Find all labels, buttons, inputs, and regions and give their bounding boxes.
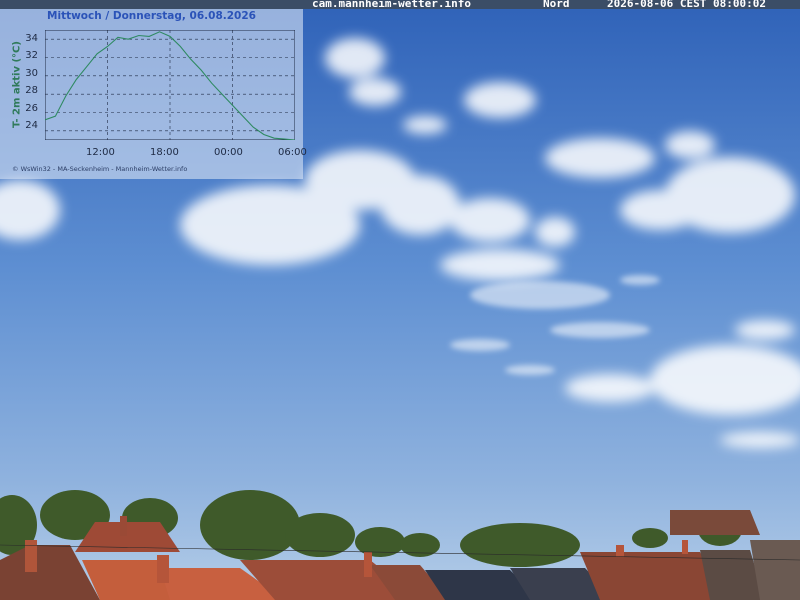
x-tick-label: 00:00 [214, 147, 243, 158]
timestamp: 2026-08-06 CEST 08:00:02 [607, 0, 766, 10]
y-tick-label: 24 [25, 120, 38, 131]
camera-direction: Nord [543, 0, 570, 10]
temperature-plot [45, 30, 295, 140]
y-tick-label: 32 [25, 50, 38, 61]
chart-title: Mittwoch / Donnerstag, 06.08.2026 [47, 10, 256, 22]
plot-grid [45, 30, 295, 140]
temperature-chart-panel: Mittwoch / Donnerstag, 06.08.2026 T- 2m … [0, 9, 307, 179]
site-name: cam.mannheim-wetter.info [312, 0, 471, 10]
y-tick-label: 30 [25, 68, 38, 79]
y-tick-label: 26 [25, 103, 38, 114]
y-tick-label: 28 [25, 85, 38, 96]
header-bar: cam.mannheim-wetter.info Nord 2026-08-06… [0, 0, 800, 10]
x-tick-label: 12:00 [86, 147, 115, 158]
chart-credit: © WsWin32 - MA-Seckenheim - Mannheim-Wet… [12, 165, 188, 173]
x-tick-label: 18:00 [150, 147, 179, 158]
y-tick-label: 34 [25, 33, 38, 44]
x-tick-label: 06:00 [278, 147, 307, 158]
